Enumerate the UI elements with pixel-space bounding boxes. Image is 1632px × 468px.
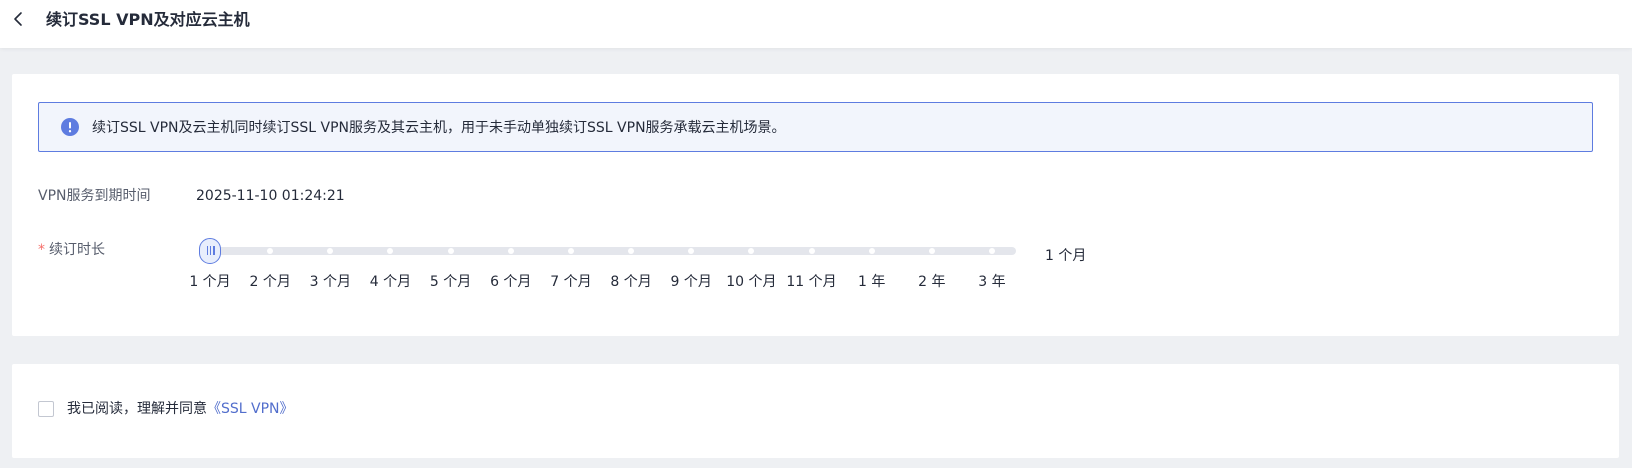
- slider-stop-dot[interactable]: [507, 248, 514, 254]
- slider-stop-dot[interactable]: [868, 248, 875, 254]
- slider-stop-dot[interactable]: [567, 248, 574, 254]
- required-mark: *: [38, 242, 45, 258]
- agreement-card: 我已阅读，理解并同意《SSL VPN》: [12, 364, 1619, 458]
- agreement-link[interactable]: 《SSL VPN》: [207, 401, 294, 417]
- page-header: 续订SSL VPN及对应云主机: [0, 0, 1632, 48]
- grip-line: [213, 246, 215, 255]
- slider-tick-label[interactable]: 3 年: [978, 272, 1005, 292]
- page-title: 续订SSL VPN及对应云主机: [46, 10, 250, 29]
- agreement-text: 我已阅读，理解并同意《SSL VPN》: [67, 399, 294, 419]
- slider-tick-label[interactable]: 6 个月: [490, 272, 531, 292]
- grip-line: [206, 246, 208, 255]
- slider-stop-dot[interactable]: [808, 248, 815, 254]
- expiry-value: 2025-11-10 01:24:21: [196, 188, 345, 204]
- slider-tick-label[interactable]: 1 个月: [189, 272, 230, 292]
- slider-stop-dot[interactable]: [447, 248, 454, 254]
- slider-tick-label[interactable]: 7 个月: [550, 272, 591, 292]
- slider-stop-dot[interactable]: [628, 248, 635, 254]
- agreement-checkbox[interactable]: [38, 401, 54, 417]
- slider-tick-label[interactable]: 11 个月: [786, 272, 836, 292]
- renewal-form-card: 续订SSL VPN及云主机同时续订SSL VPN服务及其云主机，用于未手动单独续…: [12, 74, 1619, 336]
- slider-stop-dot[interactable]: [988, 248, 995, 254]
- slider-tick-label[interactable]: 2 个月: [249, 272, 290, 292]
- slider-stop-dot[interactable]: [387, 248, 394, 254]
- slider-stop-dot[interactable]: [688, 248, 695, 254]
- info-circle-icon: [61, 118, 79, 136]
- slider-tick-label[interactable]: 10 个月: [726, 272, 776, 292]
- slider-stop-dot[interactable]: [928, 248, 935, 254]
- duration-label: * 续订时长: [38, 240, 105, 260]
- info-text: 续订SSL VPN及云主机同时续订SSL VPN服务及其云主机，用于未手动单独续…: [92, 120, 786, 136]
- slider-tick-label[interactable]: 4 个月: [370, 272, 411, 292]
- slider-tick-label[interactable]: 1 年: [858, 272, 885, 292]
- slider-tick-label[interactable]: 5 个月: [430, 272, 471, 292]
- grip-line: [209, 246, 212, 255]
- slider-value: 1 个月: [1045, 248, 1087, 264]
- info-banner: 续订SSL VPN及云主机同时续订SSL VPN服务及其云主机，用于未手动单独续…: [38, 102, 1593, 152]
- agreement-statement: 我已阅读，理解并同意: [67, 401, 207, 417]
- slider-tick-label[interactable]: 9 个月: [671, 272, 712, 292]
- slider-stop-dot[interactable]: [327, 248, 334, 254]
- slider-stop-dot[interactable]: [267, 248, 274, 254]
- slider-tick-label[interactable]: 8 个月: [610, 272, 651, 292]
- duration-label-text: 续订时长: [49, 242, 105, 258]
- slider-stop-dot[interactable]: [748, 248, 755, 254]
- expiry-label: VPN服务到期时间: [38, 188, 151, 204]
- slider-tick-label[interactable]: 2 年: [918, 272, 945, 292]
- slider-handle[interactable]: [199, 238, 221, 264]
- chevron-left-icon[interactable]: [10, 10, 28, 28]
- duration-slider[interactable]: [196, 236, 1036, 266]
- slider-tick-label[interactable]: 3 个月: [310, 272, 351, 292]
